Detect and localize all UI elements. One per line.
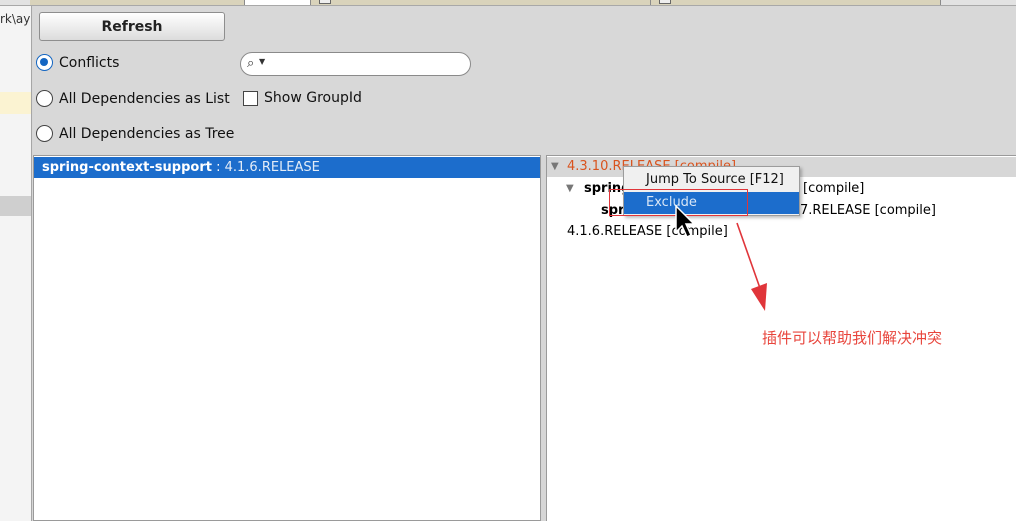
dependency-analyzer-panel: Refresh Conflicts ⌕ ▼ All Dependencies a… bbox=[33, 6, 1016, 521]
artifact-version: 4.1.6.RELEASE bbox=[224, 160, 320, 175]
highlighted-row bbox=[0, 92, 31, 114]
search-icon[interactable]: ⌕ bbox=[247, 56, 254, 71]
artifact-name: spring-context-support bbox=[42, 160, 212, 175]
menu-item-jump-to-source[interactable]: Jump To Source [F12] bbox=[624, 169, 799, 191]
tree-node-version: 7.RELEASE [compile] bbox=[800, 203, 936, 218]
tree-expand-icon[interactable]: ▼ bbox=[551, 161, 559, 172]
view-option-tree[interactable]: All Dependencies as Tree bbox=[36, 125, 234, 142]
project-path-fragment: rk\ay bbox=[0, 12, 31, 26]
show-groupid-label: Show GroupId bbox=[264, 90, 362, 106]
search-field[interactable]: ⌕ ▼ bbox=[240, 52, 471, 76]
view-option-tree-label: All Dependencies as Tree bbox=[59, 125, 235, 142]
radio-all-dependencies-tree[interactable] bbox=[36, 125, 53, 142]
view-option-list[interactable]: All Dependencies as List bbox=[36, 90, 230, 107]
file-icon bbox=[319, 0, 331, 4]
artifact-separator: : bbox=[211, 160, 225, 175]
file-icon bbox=[659, 0, 671, 4]
show-groupid-toggle[interactable]: Show GroupId bbox=[243, 90, 362, 106]
radio-conflicts[interactable] bbox=[36, 54, 53, 71]
project-view-edge: rk\ay bbox=[0, 6, 32, 521]
show-groupid-checkbox[interactable] bbox=[243, 90, 258, 106]
search-input[interactable] bbox=[269, 55, 465, 73]
refresh-button[interactable]: Refresh bbox=[39, 12, 225, 41]
tree-node-version: 4.1.6.RELEASE [compile] bbox=[567, 224, 728, 239]
tree-expand-icon[interactable]: ▼ bbox=[566, 183, 574, 194]
selected-row bbox=[0, 196, 31, 216]
view-option-conflicts[interactable]: Conflicts bbox=[36, 54, 119, 71]
view-option-list-label: All Dependencies as List bbox=[59, 90, 230, 107]
tree-node-scope: [compile] bbox=[803, 181, 865, 196]
radio-all-dependencies-list[interactable] bbox=[36, 90, 53, 107]
annotation-text: 插件可以帮助我们解决冲突 bbox=[762, 329, 943, 347]
view-option-conflicts-label: Conflicts bbox=[59, 54, 120, 71]
chevron-down-icon[interactable]: ▼ bbox=[259, 57, 265, 66]
conflict-list: spring-context-support : 4.1.6.RELEASE bbox=[33, 155, 541, 521]
annotation-arrow-icon bbox=[736, 222, 767, 311]
mouse-cursor-icon bbox=[675, 204, 696, 239]
list-item[interactable]: spring-context-support : 4.1.6.RELEASE bbox=[34, 157, 540, 178]
